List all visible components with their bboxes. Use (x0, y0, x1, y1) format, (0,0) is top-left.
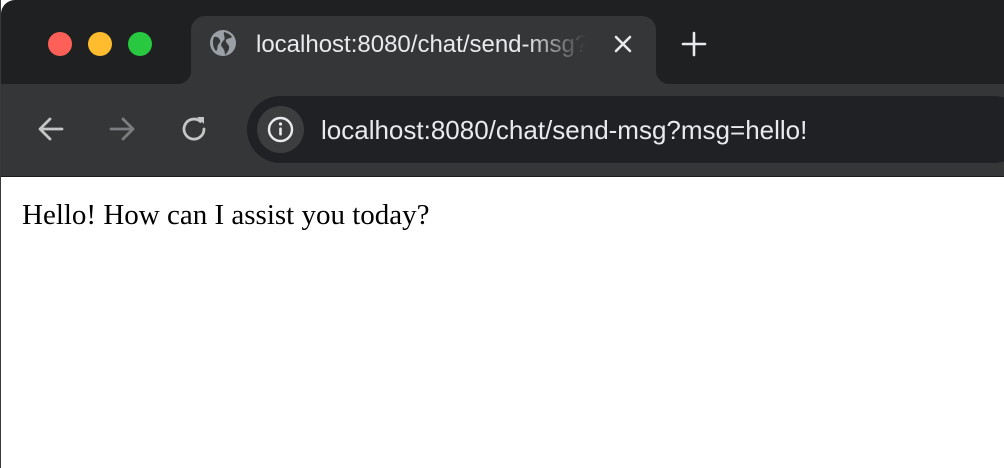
window-minimize-button[interactable] (88, 32, 112, 56)
window-close-button[interactable] (48, 32, 72, 56)
address-bar[interactable]: localhost:8080/chat/send-msg?msg=hello! (247, 96, 1004, 163)
reload-icon[interactable] (178, 113, 210, 145)
response-text: Hello! How can I assist you today? (22, 199, 430, 231)
url-text[interactable]: localhost:8080/chat/send-msg?msg=hello! (321, 113, 807, 147)
arrow-right-icon[interactable] (106, 113, 138, 145)
active-tab[interactable]: localhost:8080/chat/send-msg?msg=hello! (177, 16, 670, 84)
info-icon[interactable] (257, 106, 304, 153)
tab-title: localhost:8080/chat/send-msg?msg=hello! (256, 31, 586, 58)
browser-window: localhost:8080/chat/send-msg?msg=hello! (0, 0, 1004, 468)
page-content: Hello! How can I assist you today? (1, 177, 1004, 468)
close-icon[interactable] (611, 32, 635, 56)
arrow-left-icon[interactable] (35, 113, 67, 145)
window-maximize-button[interactable] (128, 32, 152, 56)
plus-icon[interactable] (680, 30, 708, 58)
tab-strip: localhost:8080/chat/send-msg?msg=hello! (1, 0, 1004, 84)
browser-toolbar: localhost:8080/chat/send-msg?msg=hello! (1, 84, 1004, 177)
globe-icon (208, 28, 238, 58)
